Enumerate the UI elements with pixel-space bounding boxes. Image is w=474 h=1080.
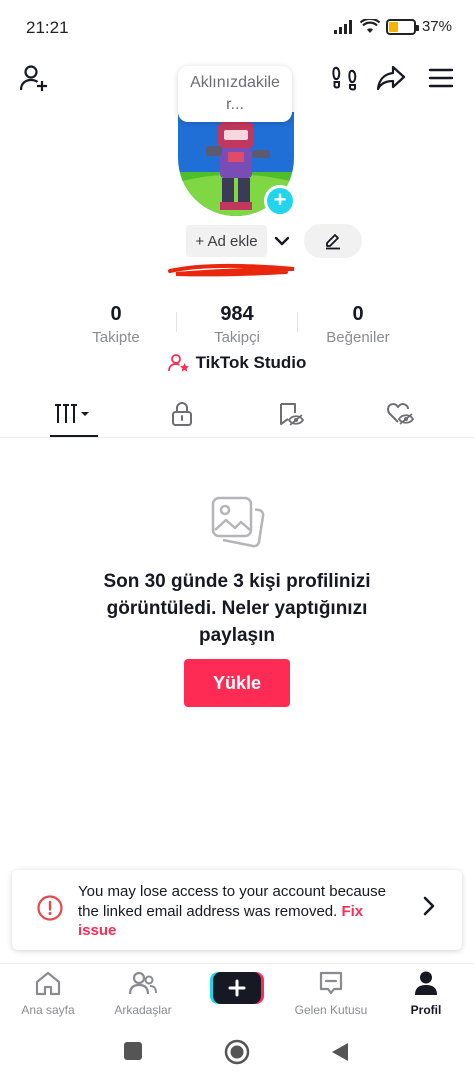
bottom-navigation: Ana sayfa Arkadaşlar Gelen Kutusu Profil bbox=[0, 963, 474, 1021]
tab-videos[interactable] bbox=[44, 392, 104, 436]
upload-button[interactable]: Yükle bbox=[184, 659, 290, 707]
friends-icon bbox=[128, 971, 157, 995]
nav-inbox[interactable]: Gelen Kutusu bbox=[291, 970, 371, 1017]
followers-stat[interactable]: 984 Takipçi bbox=[177, 302, 297, 348]
share-arrow-icon bbox=[376, 65, 406, 91]
plus-icon: + bbox=[273, 187, 287, 212]
tab-saved-hidden[interactable] bbox=[260, 392, 320, 436]
wifi-icon bbox=[359, 19, 380, 33]
status-time: 21:21 bbox=[26, 18, 69, 37]
battery-icon bbox=[385, 18, 419, 35]
empty-state-message: Son 30 günde 3 kişi profilinizi görüntül… bbox=[103, 571, 371, 646]
chevron-down-icon bbox=[274, 236, 290, 246]
likes-stat[interactable]: 0 Beğeniler bbox=[298, 302, 418, 348]
lock-icon bbox=[172, 402, 192, 426]
share-profile-button[interactable] bbox=[374, 62, 408, 94]
nav-inbox-label: Gelen Kutusu bbox=[294, 1003, 368, 1017]
account-warning-banner[interactable]: You may lose access to your account beca… bbox=[12, 870, 462, 950]
system-navigation-bar bbox=[0, 1022, 474, 1080]
followers-label: Takipçi bbox=[214, 329, 260, 346]
add-friend-button[interactable] bbox=[16, 62, 52, 94]
nav-friends-label: Arkadaşlar bbox=[114, 1003, 172, 1017]
status-bar: 21:21 37% bbox=[0, 0, 474, 56]
warning-message: You may lose access to your account beca… bbox=[78, 883, 386, 920]
tiktok-studio-link[interactable]: TikTok Studio bbox=[0, 353, 474, 373]
photos-icon bbox=[211, 496, 265, 548]
nav-home[interactable]: Ana sayfa bbox=[8, 970, 88, 1017]
home-system-button[interactable] bbox=[224, 1039, 250, 1065]
tab-private[interactable] bbox=[152, 392, 212, 436]
recents-button[interactable] bbox=[124, 1042, 142, 1060]
create-button[interactable] bbox=[210, 972, 264, 1004]
chevron-right-icon bbox=[423, 896, 435, 916]
battery-percent: 37% bbox=[421, 18, 452, 35]
active-tab-indicator bbox=[50, 435, 98, 437]
add-story-button[interactable]: + bbox=[264, 185, 296, 217]
stats-row: 0 Takipte 984 Takipçi 0 Beğeniler bbox=[0, 302, 474, 350]
create-plus-icon bbox=[210, 972, 264, 1004]
nav-home-label: Ana sayfa bbox=[21, 1003, 75, 1017]
tiktok-studio-label: TikTok Studio bbox=[195, 353, 307, 372]
profile-tabs bbox=[0, 392, 474, 438]
followers-count: 984 bbox=[220, 303, 254, 325]
following-label: Takipte bbox=[92, 329, 140, 346]
nav-friends[interactable]: Arkadaşlar bbox=[103, 970, 183, 1017]
bookmark-eye-icon bbox=[280, 403, 304, 426]
pencil-icon bbox=[326, 234, 340, 250]
alert-circle-icon bbox=[37, 895, 63, 921]
thought-bubble-text: Aklınızdakiler... bbox=[190, 74, 280, 113]
back-button[interactable] bbox=[330, 1041, 350, 1063]
thought-bubble[interactable]: Aklınızdakiler... bbox=[178, 66, 292, 122]
home-icon bbox=[35, 971, 61, 996]
heart-eye-icon bbox=[387, 403, 414, 425]
hamburger-menu-icon bbox=[428, 68, 454, 88]
following-count: 0 bbox=[110, 303, 122, 325]
following-stat[interactable]: 0 Takipte bbox=[56, 302, 176, 348]
account-switch-button[interactable] bbox=[270, 229, 294, 253]
tab-liked-hidden[interactable] bbox=[370, 392, 430, 436]
likes-label: Beğeniler bbox=[326, 329, 390, 346]
menu-button[interactable] bbox=[424, 62, 458, 94]
redaction-scribble bbox=[168, 263, 295, 277]
empty-state: Son 30 günde 3 kişi profilinizi görüntül… bbox=[0, 494, 474, 649]
profile-icon bbox=[415, 971, 437, 995]
footprints-icon bbox=[332, 66, 357, 91]
name-row: + Ad ekle bbox=[0, 224, 474, 260]
signal-icon bbox=[333, 19, 352, 34]
likes-count: 0 bbox=[352, 303, 364, 325]
nav-profile-label: Profil bbox=[410, 1003, 442, 1017]
person-star-icon bbox=[167, 354, 189, 372]
inbox-icon bbox=[319, 971, 343, 995]
add-name-button[interactable]: + Ad ekle bbox=[186, 225, 267, 257]
edit-profile-button[interactable] bbox=[304, 224, 362, 258]
person-plus-icon bbox=[19, 65, 47, 91]
profile-views-button[interactable] bbox=[328, 62, 360, 94]
nav-profile[interactable]: Profil bbox=[386, 970, 466, 1017]
grid-bars-icon bbox=[55, 404, 89, 423]
